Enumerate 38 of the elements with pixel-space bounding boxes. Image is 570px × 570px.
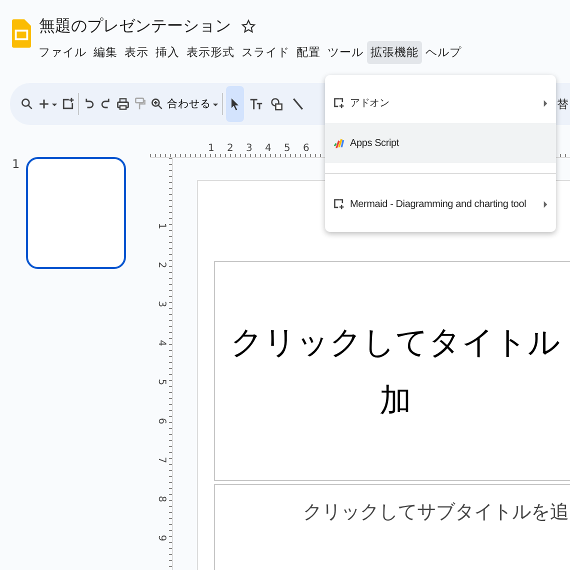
caret-icon[interactable] — [51, 100, 58, 108]
menu-item[interactable]: ヘルプ — [422, 41, 465, 64]
menu-item[interactable]: 表示 — [121, 41, 152, 64]
slide-number: 1 — [12, 157, 20, 173]
menu-item[interactable]: ツール — [324, 41, 367, 64]
zoom-dropdown[interactable]: 合わせる — [167, 97, 219, 111]
add-on-icon — [333, 97, 345, 109]
title-text: 加 — [380, 380, 412, 421]
new-slide-icon[interactable] — [61, 97, 75, 111]
document-title[interactable]: 無題のプレゼンテーション — [39, 16, 231, 37]
title-placeholder[interactable]: クリックしてタイトル 加 — [214, 261, 570, 481]
script-icon — [333, 137, 345, 149]
zoom-icon[interactable] — [150, 97, 164, 111]
menu-item[interactable]: 配置 — [293, 41, 324, 64]
add-on-icon — [333, 198, 345, 210]
menu-option[interactable]: アドオン — [325, 83, 556, 123]
menu-item[interactable]: 表示形式 — [183, 41, 238, 64]
menu-item[interactable]: 挿入 — [152, 41, 183, 64]
toolbar-label[interactable]: 替 — [557, 96, 570, 112]
menu-item[interactable]: スライド — [238, 41, 293, 64]
print-icon[interactable] — [116, 97, 130, 111]
menu-item[interactable]: 編集 — [90, 41, 121, 64]
caret-icon — [212, 100, 219, 108]
plus-icon[interactable] — [37, 97, 51, 111]
line-icon — [291, 97, 305, 111]
subtitle-placeholder[interactable]: クリックしてサブタイトルを追 — [214, 484, 570, 570]
menu-item[interactable]: ファイル — [35, 41, 90, 64]
title-text: クリックしてタイトル — [230, 322, 560, 363]
shapes-icon — [270, 97, 284, 111]
subtitle-text: クリックしてサブタイトルを追 — [303, 501, 569, 523]
menu-option[interactable]: Mermaid - Diagramming and charting tool — [325, 184, 556, 224]
star-icon[interactable] — [241, 19, 256, 34]
text-icon — [249, 97, 263, 111]
search-icon[interactable] — [20, 97, 34, 111]
slide-thumbnail[interactable] — [26, 157, 126, 269]
menu-option[interactable]: Apps Script — [325, 123, 556, 163]
select-tool-button[interactable] — [226, 86, 244, 122]
menu-item[interactable]: 拡張機能 — [367, 41, 422, 64]
